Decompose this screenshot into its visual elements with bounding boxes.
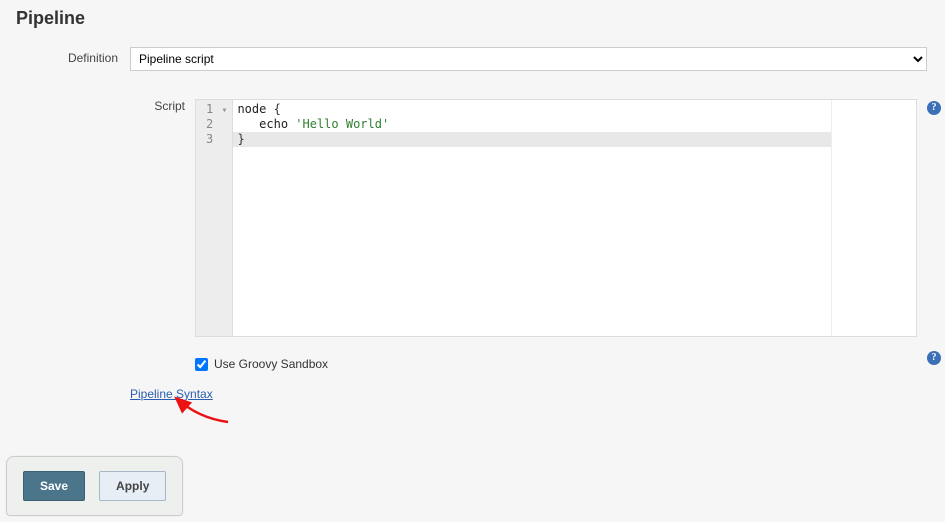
sandbox-label-wrap[interactable]: Use Groovy Sandbox: [195, 357, 905, 371]
definition-select[interactable]: Pipeline script: [130, 47, 927, 71]
code-line[interactable]: echo 'Hello World': [237, 117, 827, 132]
save-button[interactable]: Save: [23, 471, 85, 501]
bottom-button-bar: Save Apply: [6, 456, 183, 516]
apply-button[interactable]: Apply: [99, 471, 166, 501]
code-line[interactable]: node {: [237, 102, 827, 117]
sandbox-label: Use Groovy Sandbox: [214, 357, 328, 371]
section-heading: Pipeline: [0, 0, 945, 41]
editor-code-area[interactable]: node { echo 'Hello World'}: [233, 100, 831, 336]
editor-gutter: 1 ▾2 3: [196, 100, 233, 336]
help-icon[interactable]: ?: [927, 101, 941, 115]
pipeline-syntax-link[interactable]: Pipeline Syntax: [130, 387, 213, 401]
sandbox-checkbox[interactable]: [195, 358, 208, 371]
editor-right-pane: [831, 100, 916, 336]
definition-label: Definition: [0, 41, 130, 77]
script-editor[interactable]: 1 ▾2 3 node { echo 'Hello World'}: [195, 99, 917, 337]
line-number: 1 ▾: [206, 102, 228, 117]
script-label: Script: [130, 93, 195, 343]
code-line[interactable]: }: [233, 132, 831, 147]
line-number: 2: [206, 117, 228, 132]
help-icon[interactable]: ?: [927, 351, 941, 365]
line-number: 3: [206, 132, 228, 147]
